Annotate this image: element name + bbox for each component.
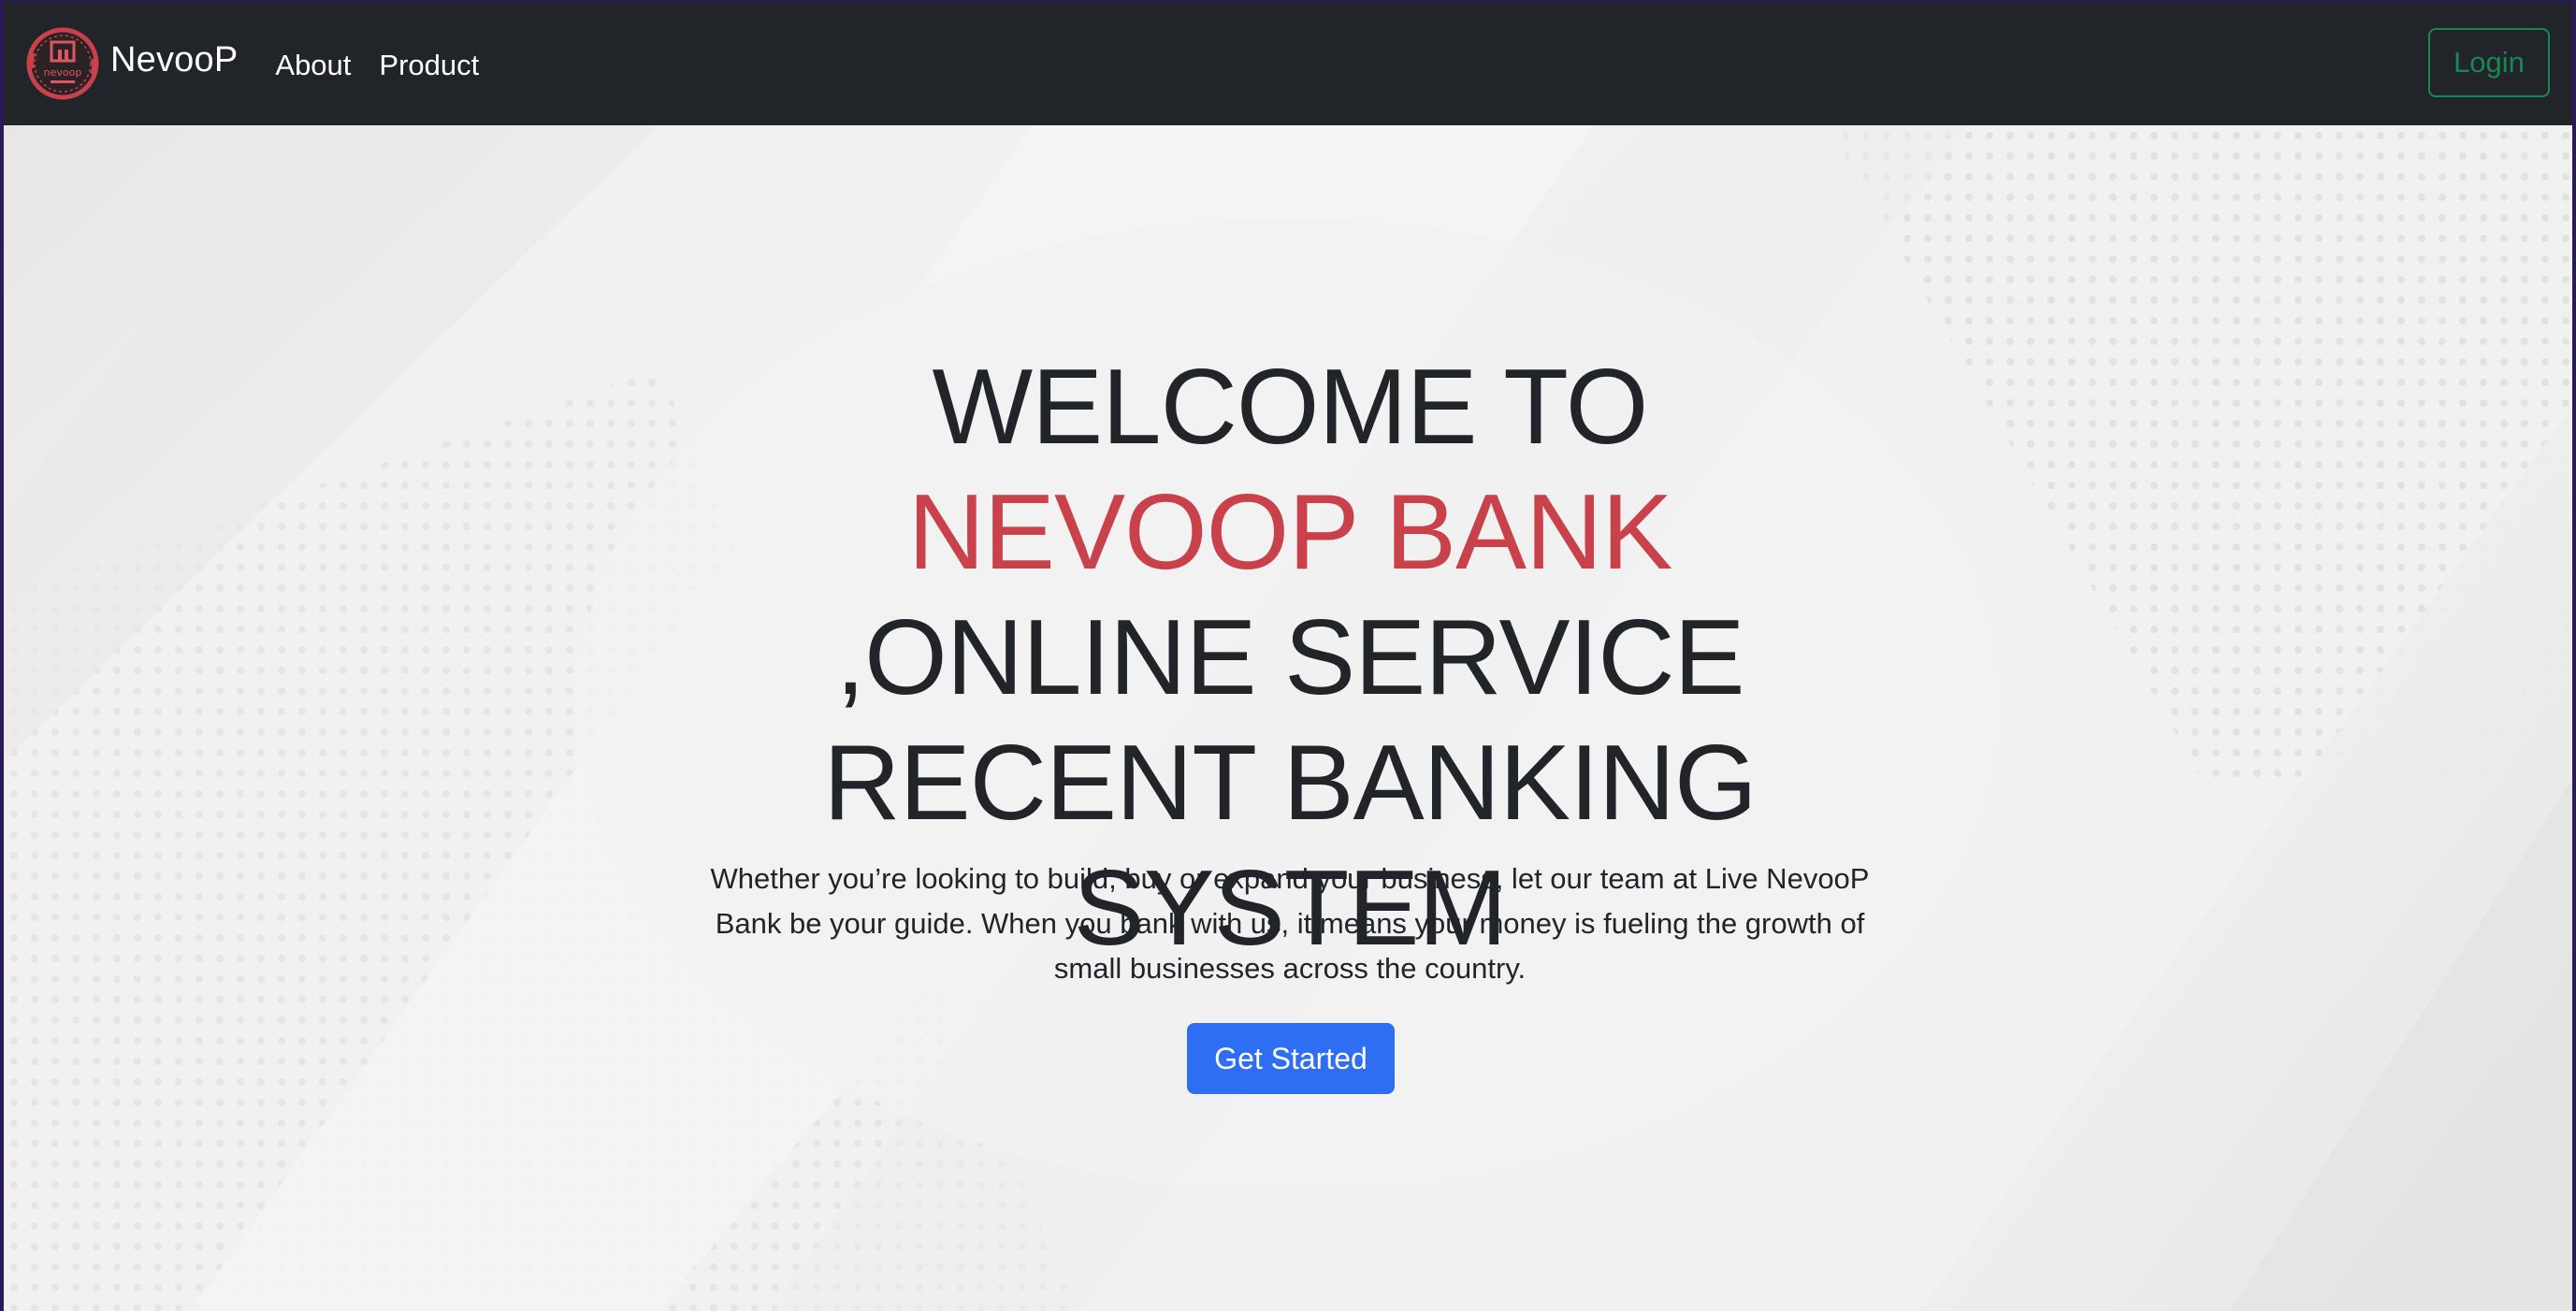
get-started-button[interactable]: Get Started — [1187, 1023, 1395, 1094]
brand-link[interactable]: nevoop NevooP — [24, 25, 238, 102]
headline-text-welcome: WELCOME TO — [932, 348, 1649, 467]
headline-bank-name: NEVOOP BANK — [907, 473, 1673, 592]
nav-links: About Product — [275, 47, 507, 82]
hero-section: WELCOME TO NEVOOP BANK ,ONLINE SERVICE R… — [4, 125, 2572, 1311]
nav-link-about[interactable]: About — [275, 49, 351, 82]
browser-viewport: nevoop NevooP About Product Login WELCOM… — [4, 2, 2572, 1311]
logo-wordmark: nevoop — [44, 66, 82, 79]
bank-logo-icon: nevoop — [24, 25, 101, 102]
login-button[interactable]: Login — [2428, 28, 2550, 97]
brand-name: NevooP — [110, 39, 239, 79]
nav-link-product[interactable]: Product — [379, 49, 479, 82]
hero-description: Whether you’re looking to build, buy or … — [710, 862, 1870, 985]
top-navbar: nevoop NevooP About Product Login — [4, 2, 2572, 125]
